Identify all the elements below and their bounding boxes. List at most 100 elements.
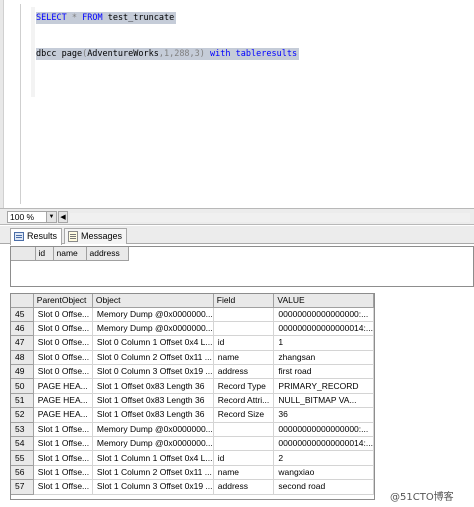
cell-field[interactable]	[213, 436, 275, 452]
row-number[interactable]: 57	[11, 479, 34, 495]
cell-object[interactable]: Slot 1 Offset 0x83 Length 36	[92, 378, 214, 394]
cell-parentobject[interactable]: Slot 0 Offse...	[33, 350, 93, 366]
cell-value[interactable]: 00000000000000000:...	[273, 307, 374, 322]
grid-corner[interactable]	[11, 247, 36, 261]
cell-value[interactable]: second road	[273, 479, 374, 495]
cell-field[interactable]: id	[213, 450, 275, 466]
cell-field[interactable]	[213, 422, 275, 438]
sql-editor[interactable]: SELECT * FROM test_truncate dbcc page(Ad…	[0, 0, 474, 208]
cell-value[interactable]: 36	[273, 407, 374, 423]
scroll-left-icon[interactable]: ◀	[58, 211, 68, 223]
column-header-object[interactable]: Object	[92, 294, 214, 308]
row-number[interactable]: 53	[11, 422, 34, 438]
cell-value[interactable]: zhangsan	[273, 350, 374, 366]
row-number[interactable]: 48	[11, 350, 34, 366]
cell-object[interactable]: Slot 1 Offset 0x83 Length 36	[92, 407, 214, 423]
row-number[interactable]: 52	[11, 407, 34, 423]
table-row[interactable]: 55 Slot 1 Offse... Slot 1 Column 1 Offset …	[11, 450, 374, 466]
cell-object[interactable]: Slot 1 Column 3 Offset 0x19 ...	[92, 479, 214, 495]
cell-parentobject[interactable]: Slot 0 Offse...	[33, 335, 93, 351]
cell-field[interactable]: Record Type	[213, 378, 275, 394]
cell-field[interactable]: address	[213, 479, 275, 495]
cell-object[interactable]: Slot 0 Column 1 Offset 0x4 L...	[92, 335, 214, 351]
cell-parentobject[interactable]: Slot 1 Offse...	[33, 479, 93, 495]
cell-object[interactable]: Slot 1 Column 2 Offset 0x11 ...	[92, 465, 214, 481]
column-header-id[interactable]: id	[35, 247, 54, 261]
column-header-name[interactable]: name	[53, 247, 87, 261]
tab-messages[interactable]: Messages	[64, 228, 128, 244]
cell-field[interactable]: Record Attri...	[213, 393, 275, 409]
table-row[interactable]: 46 Slot 0 Offse... Memory Dump @0x0000000.…	[11, 321, 374, 337]
cell-parentobject[interactable]: Slot 1 Offse...	[33, 436, 93, 452]
cell-value[interactable]: PRIMARY_RECORD	[273, 378, 374, 394]
column-header-field[interactable]: Field	[213, 294, 275, 308]
cell-object[interactable]: Memory Dump @0x0000000...	[92, 321, 214, 337]
row-number[interactable]: 47	[11, 335, 34, 351]
code-line-select[interactable]: SELECT * FROM test_truncate	[36, 12, 177, 24]
cell-parentobject[interactable]: Slot 1 Offse...	[33, 465, 93, 481]
cell-field[interactable]: address	[213, 364, 275, 380]
cell-value[interactable]: 00000000000000000:...	[273, 422, 374, 438]
cell-parentobject[interactable]: Slot 1 Offse...	[33, 450, 93, 466]
table-row[interactable]: 47 Slot 0 Offse... Slot 0 Column 1 Offset …	[11, 335, 374, 351]
cell-value[interactable]: 000000000000000014:...	[273, 436, 374, 452]
cell-value[interactable]: NULL_BITMAP VA...	[273, 393, 374, 409]
zoom-select[interactable]: 100 % ▼	[7, 211, 57, 223]
table-row[interactable]: 56 Slot 1 Offse... Slot 1 Column 2 Offset …	[11, 465, 374, 481]
table-row[interactable]: 45 Slot 0 Offse... Memory Dump @0x0000000.…	[11, 307, 374, 322]
cell-field[interactable]	[213, 307, 275, 322]
cell-object[interactable]: Memory Dump @0x0000000...	[92, 436, 214, 452]
cell-parentobject[interactable]: Slot 0 Offse...	[33, 321, 93, 337]
cell-value[interactable]: 1	[273, 335, 374, 351]
cell-field[interactable]: name	[213, 350, 275, 366]
chevron-down-icon[interactable]: ▼	[46, 212, 56, 222]
tab-results[interactable]: Results	[10, 228, 63, 245]
cell-parentobject[interactable]: PAGE HEA...	[33, 407, 93, 423]
horizontal-scrollbar[interactable]	[70, 213, 470, 222]
grid-corner[interactable]	[11, 294, 34, 308]
table-row[interactable]: 57 Slot 1 Offse... Slot 1 Column 3 Offset …	[11, 479, 374, 495]
cell-value[interactable]: first road	[273, 364, 374, 380]
keyword-from: FROM	[82, 13, 103, 23]
cell-field[interactable]	[213, 321, 275, 337]
table-row[interactable]: 49 Slot 0 Offse... Slot 0 Column 3 Offset …	[11, 364, 374, 380]
row-number[interactable]: 54	[11, 436, 34, 452]
table-row[interactable]: 53 Slot 1 Offse... Memory Dump @0x0000000.…	[11, 422, 374, 438]
row-number[interactable]: 49	[11, 364, 34, 380]
cell-object[interactable]: Memory Dump @0x0000000...	[92, 307, 214, 322]
cell-object[interactable]: Slot 1 Offset 0x83 Length 36	[92, 393, 214, 409]
cell-value[interactable]: 2	[273, 450, 374, 466]
cell-field[interactable]: name	[213, 465, 275, 481]
cell-object[interactable]: Memory Dump @0x0000000...	[92, 422, 214, 438]
row-number[interactable]: 50	[11, 378, 34, 394]
cell-field[interactable]: Record Size	[213, 407, 275, 423]
cell-object[interactable]: Slot 0 Column 3 Offset 0x19 ...	[92, 364, 214, 380]
row-number[interactable]: 55	[11, 450, 34, 466]
cell-parentobject[interactable]: PAGE HEA...	[33, 393, 93, 409]
row-number[interactable]: 51	[11, 393, 34, 409]
cell-value[interactable]: wangxiao	[273, 465, 374, 481]
cell-value[interactable]: 000000000000000014:...	[273, 321, 374, 337]
result-grid-2[interactable]: ParentObject Object Field VALUE 45 Slot 0…	[10, 293, 375, 500]
result-table-2: ParentObject Object Field VALUE 45 Slot 0…	[11, 294, 374, 495]
code-line-dbcc[interactable]: dbcc page(AdventureWorks,1,288,3) with t…	[36, 48, 300, 60]
row-number[interactable]: 56	[11, 465, 34, 481]
column-header-parentobject[interactable]: ParentObject	[33, 294, 93, 308]
column-header-value[interactable]: VALUE	[273, 294, 374, 308]
cell-parentobject[interactable]: PAGE HEA...	[33, 378, 93, 394]
table-row[interactable]: 48 Slot 0 Offse... Slot 0 Column 2 Offset …	[11, 350, 374, 366]
cell-parentobject[interactable]: Slot 0 Offse...	[33, 307, 93, 322]
result-grid-1[interactable]: id name address	[10, 246, 474, 287]
cell-parentobject[interactable]: Slot 0 Offse...	[33, 364, 93, 380]
table-row[interactable]: 51 PAGE HEA... Slot 1 Offset 0x83 Length 3…	[11, 393, 374, 409]
row-number[interactable]: 45	[11, 307, 34, 322]
cell-field[interactable]: id	[213, 335, 275, 351]
cell-object[interactable]: Slot 1 Column 1 Offset 0x4 L...	[92, 450, 214, 466]
table-row[interactable]: 54 Slot 1 Offse... Memory Dump @0x0000000.…	[11, 436, 374, 452]
table-row[interactable]: 50 PAGE HEA... Slot 1 Offset 0x83 Length 3…	[11, 378, 374, 394]
row-number[interactable]: 46	[11, 321, 34, 337]
table-row[interactable]: 52 PAGE HEA... Slot 1 Offset 0x83 Length 3…	[11, 407, 374, 423]
cell-object[interactable]: Slot 0 Column 2 Offset 0x11 ...	[92, 350, 214, 366]
column-header-address[interactable]: address	[86, 247, 129, 261]
cell-parentobject[interactable]: Slot 1 Offse...	[33, 422, 93, 438]
